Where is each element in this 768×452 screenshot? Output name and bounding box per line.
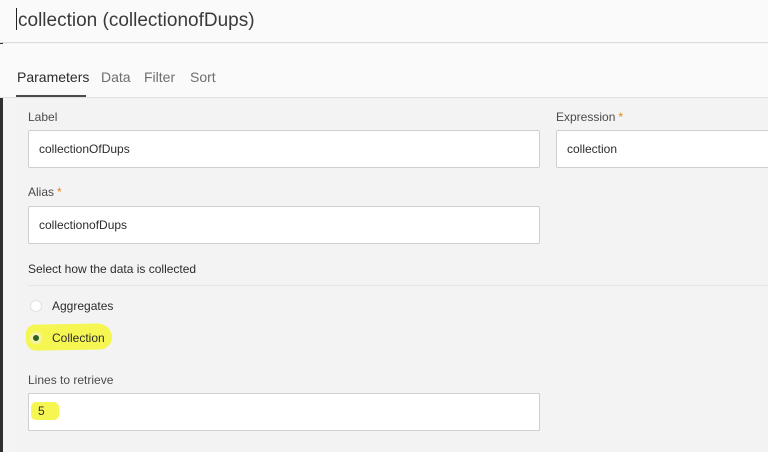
collection-mode-label: Select how the data is collected — [28, 262, 197, 276]
lines-highlight-marker — [31, 402, 59, 420]
collection-radio-label: Collection — [52, 331, 105, 345]
alias-required-mark: * — [57, 185, 62, 199]
lines-field-label: Lines to retrieve — [28, 373, 114, 387]
window-title: collection (collectionofDups) — [16, 8, 255, 32]
label-field-label: Label — [28, 110, 58, 124]
collection-radio[interactable] — [30, 332, 42, 344]
tab-sort[interactable]: Sort — [190, 69, 216, 85]
tab-filter[interactable]: Filter — [144, 69, 175, 85]
tab-data[interactable]: Data — [101, 69, 131, 85]
tab-parameters[interactable]: Parameters — [17, 69, 89, 85]
text-cursor — [16, 8, 17, 30]
radio-option-aggregates[interactable]: Aggregates — [28, 297, 128, 317]
title-bar: collection (collectionofDups) — [0, 0, 768, 43]
section-divider — [28, 285, 768, 286]
alias-input[interactable] — [28, 206, 540, 244]
aggregates-radio-label: Aggregates — [52, 299, 114, 313]
expression-required-mark: * — [618, 110, 624, 124]
lines-input-value: 5 — [38, 404, 45, 418]
label-input[interactable] — [28, 130, 540, 168]
tabs-bar: Parameters Data Filter Sort — [0, 44, 768, 98]
editor-window: collection (collectionofDups) Parameters… — [0, 0, 768, 452]
alias-label-text: Alias — [28, 185, 55, 199]
radio-option-collection[interactable]: Collection — [28, 329, 128, 349]
window-title-text: collection (collectionofDups) — [18, 10, 255, 31]
alias-field-label: Alias * — [28, 185, 62, 199]
lines-input[interactable] — [28, 393, 540, 431]
expression-label-text: Expression — [556, 110, 616, 124]
expression-field-label: Expression * — [556, 110, 623, 124]
aggregates-radio[interactable] — [30, 300, 42, 312]
active-tab-indicator — [16, 95, 86, 97]
expression-input[interactable] — [556, 130, 768, 168]
